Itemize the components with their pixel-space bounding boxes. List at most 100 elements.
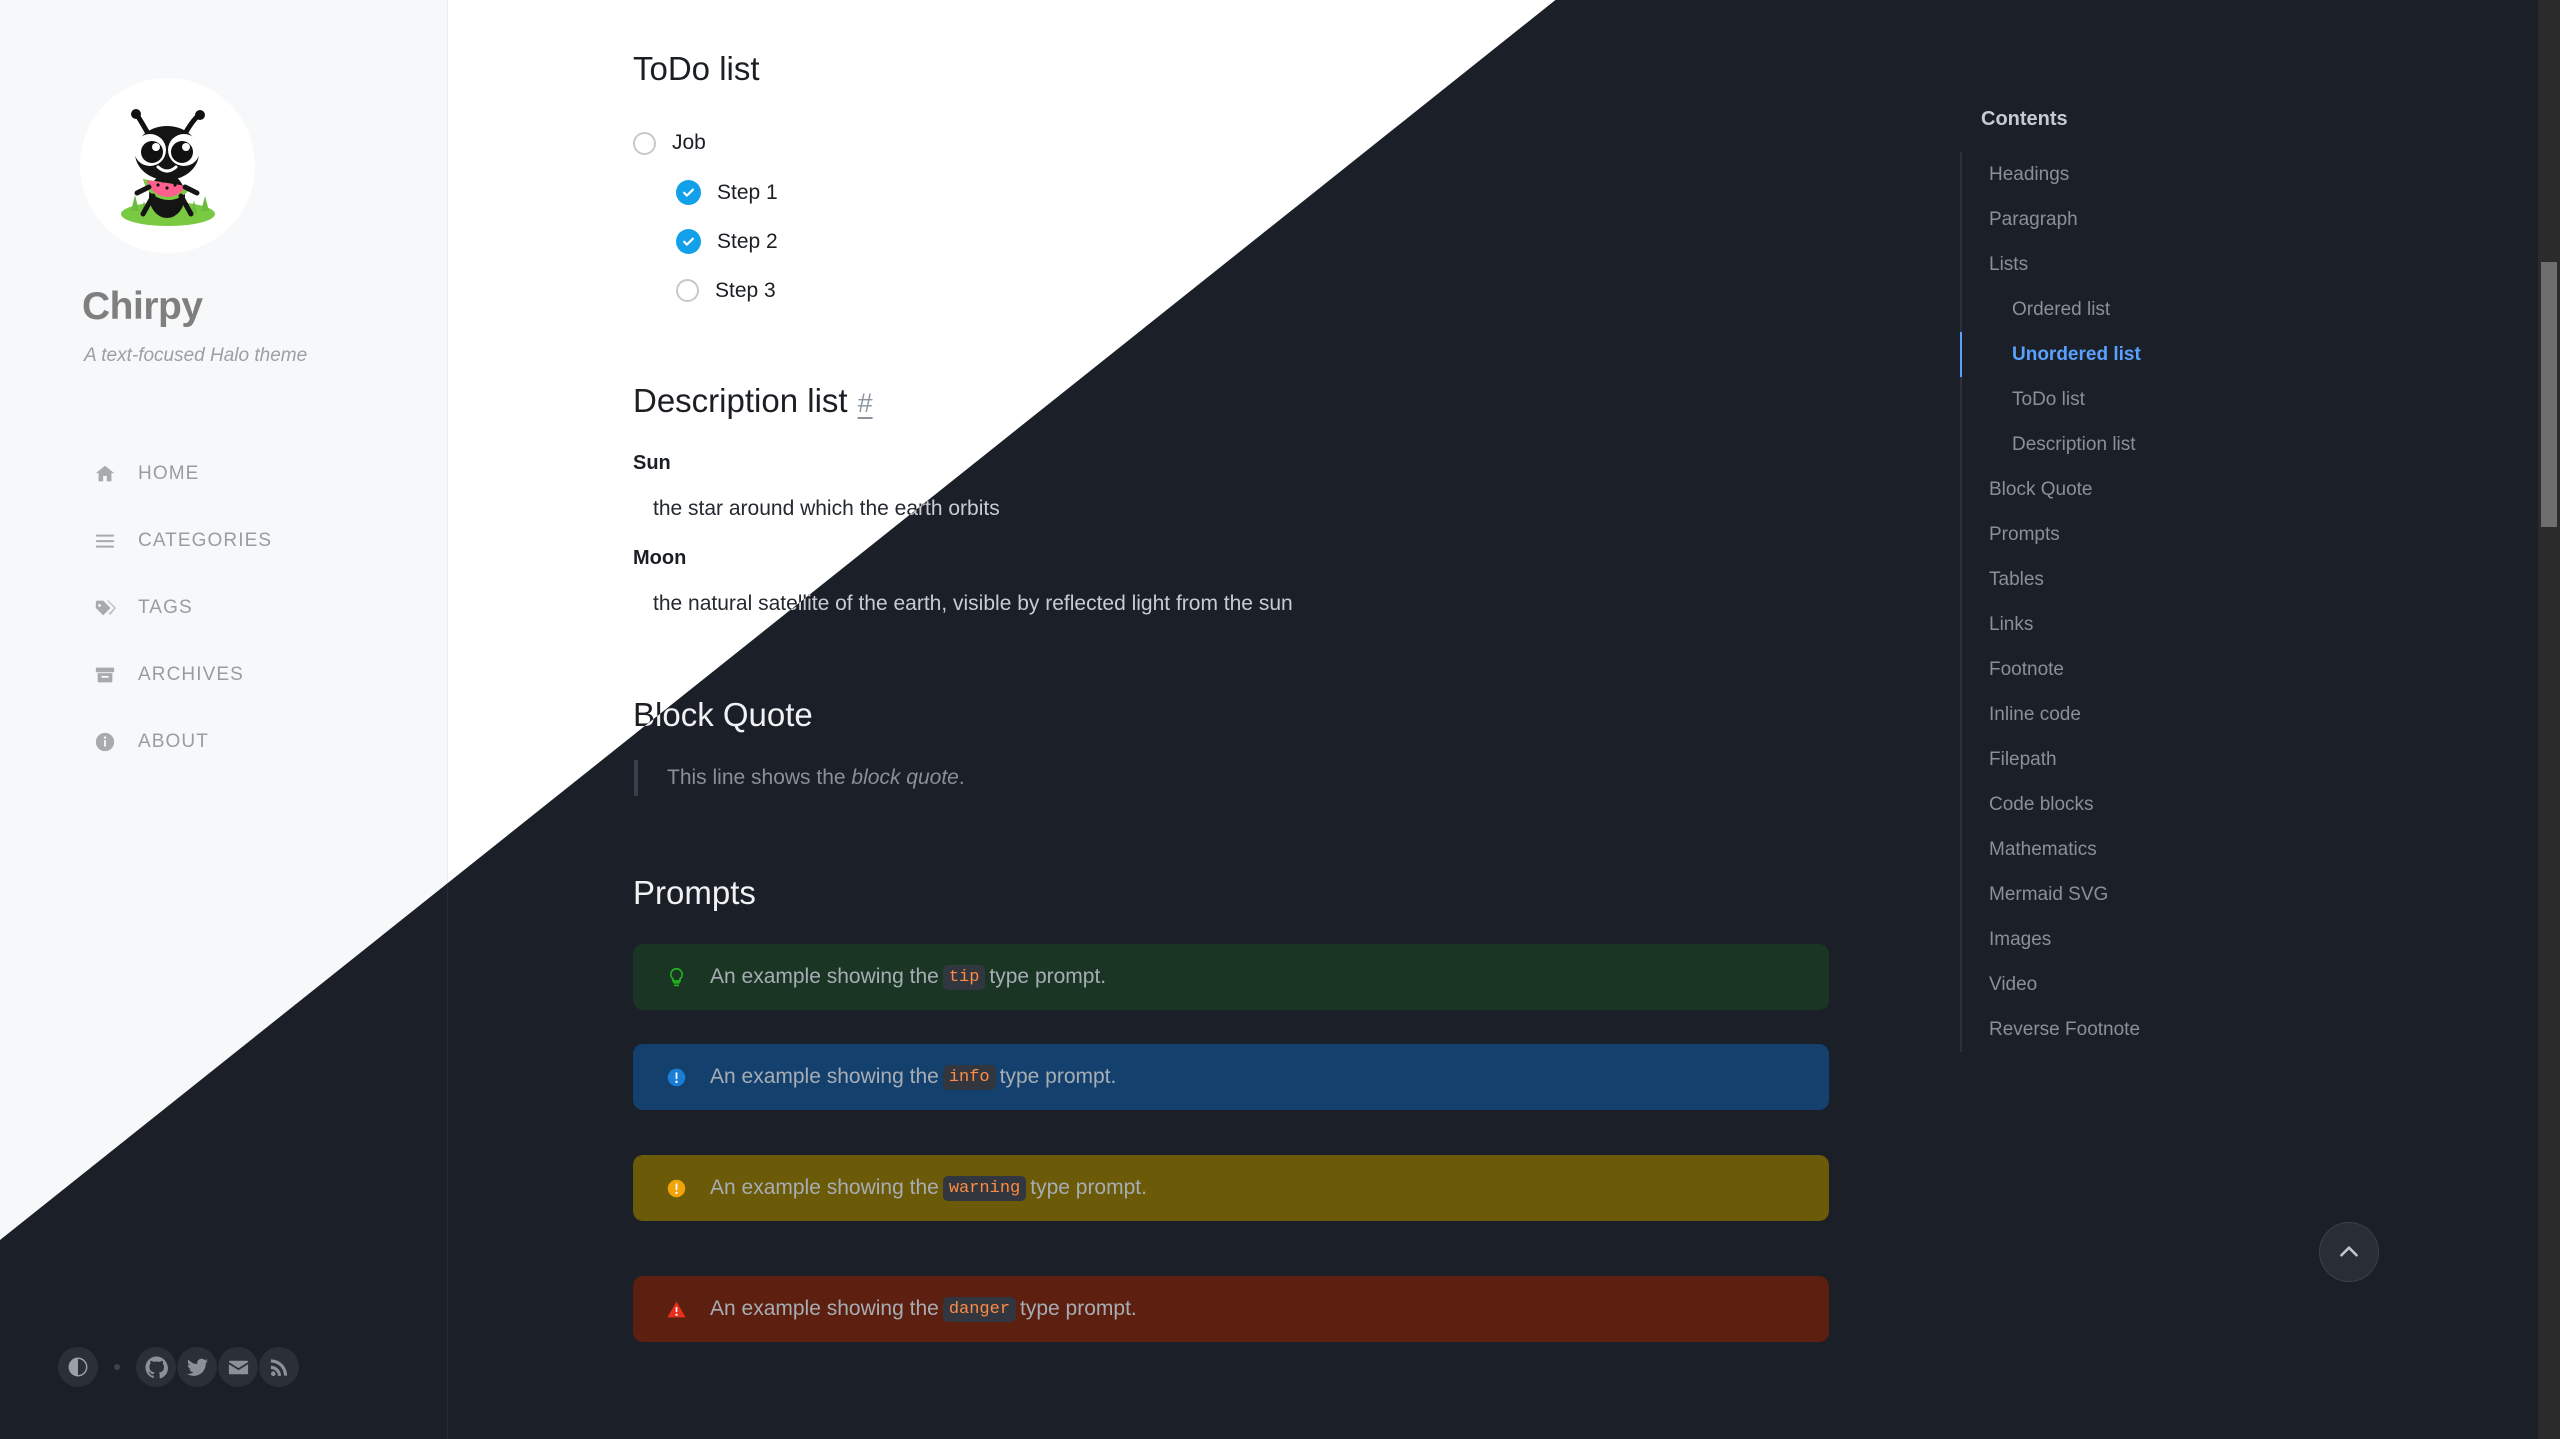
description-term: Sun xyxy=(633,452,671,474)
checkbox-checked-icon[interactable] xyxy=(676,180,701,205)
heading-todo-list: ToDo list xyxy=(633,50,760,87)
todo-item-step1[interactable]: Step 1 xyxy=(633,168,778,217)
todo-item-label: Step 1 xyxy=(717,180,778,204)
home-icon xyxy=(88,463,122,485)
todo-list: Job Step 1 Step 2 Step 3 xyxy=(633,118,778,315)
checkbox-unchecked-icon[interactable] xyxy=(676,279,699,302)
sidebar-item-label: ABOUT xyxy=(138,730,209,752)
todo-item-job[interactable]: Job xyxy=(633,118,778,168)
toc-item-code-blocks[interactable]: Code blocks xyxy=(1960,782,2390,827)
todo-item-label: Step 2 xyxy=(717,229,778,253)
github-icon[interactable] xyxy=(136,1347,176,1387)
email-icon[interactable] xyxy=(218,1347,258,1387)
list-icon xyxy=(88,530,122,552)
toc-item-block-quote[interactable]: Block Quote xyxy=(1960,467,2390,512)
toc-item-inline-code[interactable]: Inline code xyxy=(1960,692,2390,737)
separator-dot xyxy=(114,1364,120,1370)
toc-item-ordered-list[interactable]: Ordered list xyxy=(1960,287,2390,332)
sidebar-item-archives[interactable]: ARCHIVES xyxy=(0,641,448,708)
theme-mode-toggle[interactable] xyxy=(58,1347,98,1387)
prompt-text: An example showing the xyxy=(710,965,939,988)
checkbox-unchecked-icon[interactable] xyxy=(633,131,656,155)
toc-item-todo-list[interactable]: ToDo list xyxy=(1960,377,2390,422)
prompt-code: info xyxy=(942,1064,996,1090)
block-quote-text: This line shows the xyxy=(667,766,852,789)
info-circle-icon xyxy=(666,1067,696,1088)
tag-icon xyxy=(88,597,122,619)
prompt-text: An example showing the xyxy=(710,1176,939,1199)
description-definition: the natural satellite of the earth, visi… xyxy=(653,592,1293,615)
avatar[interactable] xyxy=(80,78,255,253)
block-quote-suffix: . xyxy=(958,766,965,789)
toc-item-paragraph[interactable]: Paragraph xyxy=(1960,197,2390,242)
block-quote: This line shows the block quote. xyxy=(634,760,965,796)
description-list: Sun the star around which the earth orbi… xyxy=(633,452,1833,642)
prompt-text-suffix: type prompt. xyxy=(989,965,1107,988)
table-of-contents: Contents Headings Paragraph Lists Ordere… xyxy=(1960,0,2390,1439)
toc-item-reverse-footnote[interactable]: Reverse Footnote xyxy=(1960,1007,2390,1052)
page-scrollbar[interactable] xyxy=(2538,0,2560,1439)
heading-description-list: Description list # xyxy=(633,380,873,423)
prompt-info: An example showing the info type prompt. xyxy=(633,1044,1829,1110)
sidebar-item-label: TAGS xyxy=(138,596,193,618)
sidebar-item-tags[interactable]: TAGS xyxy=(0,574,448,641)
toc-item-images[interactable]: Images xyxy=(1960,917,2390,962)
back-to-top-button[interactable] xyxy=(2319,1222,2379,1282)
heading-prompts: Prompts xyxy=(633,874,756,911)
todo-item-step3[interactable]: Step 3 xyxy=(633,266,778,315)
prompt-text: An example showing the xyxy=(710,1065,939,1088)
sidebar-item-about[interactable]: ABOUT xyxy=(0,708,448,775)
site-title[interactable]: Chirpy xyxy=(82,285,203,329)
sidebar-item-categories[interactable]: CATEGORIES xyxy=(0,507,448,574)
prompt-tip: An example showing the tip type prompt. xyxy=(633,944,1829,1010)
prompt-code: warning xyxy=(942,1175,1027,1201)
twitter-icon[interactable] xyxy=(177,1347,217,1387)
lightbulb-icon xyxy=(666,967,696,988)
toc-item-footnote[interactable]: Footnote xyxy=(1960,647,2390,692)
sidebar-nav: HOME CATEGORIES TAGS ARCHIVES ABOUT xyxy=(0,440,448,775)
prompt-code: danger xyxy=(942,1296,1017,1322)
archive-icon xyxy=(88,664,122,686)
sidebar-item-label: ARCHIVES xyxy=(138,663,244,685)
toc-list: Headings Paragraph Lists Ordered list Un… xyxy=(1960,152,2390,1052)
rss-icon[interactable] xyxy=(259,1347,299,1387)
toc-title: Contents xyxy=(1981,108,2068,130)
sidebar-item-label: HOME xyxy=(138,462,200,484)
ant-avatar-icon xyxy=(120,108,215,226)
toc-item-mermaid-svg[interactable]: Mermaid SVG xyxy=(1960,872,2390,917)
site-subtitle: A text-focused Halo theme xyxy=(84,345,308,366)
sidebar-footer xyxy=(58,1347,300,1387)
heading-anchor-link[interactable]: # xyxy=(858,388,873,418)
chevron-up-icon xyxy=(2340,1246,2358,1257)
half-circle-icon xyxy=(68,1357,88,1377)
sidebar-item-label: CATEGORIES xyxy=(138,529,273,551)
danger-triangle-icon xyxy=(666,1299,696,1320)
toc-item-prompts[interactable]: Prompts xyxy=(1960,512,2390,557)
toc-item-headings[interactable]: Headings xyxy=(1960,152,2390,197)
info-icon xyxy=(88,731,122,753)
todo-item-step2[interactable]: Step 2 xyxy=(633,217,778,266)
toc-item-links[interactable]: Links xyxy=(1960,602,2390,647)
description-term: Moon xyxy=(633,547,687,569)
prompt-text-suffix: type prompt. xyxy=(1030,1176,1147,1199)
sidebar-item-home[interactable]: HOME xyxy=(0,440,448,507)
toc-item-description-list[interactable]: Description list xyxy=(1960,422,2390,467)
toc-item-lists[interactable]: Lists xyxy=(1960,242,2390,287)
toc-item-video[interactable]: Video xyxy=(1960,962,2390,1007)
checkbox-checked-icon[interactable] xyxy=(676,229,701,254)
prompt-text: An example showing the xyxy=(710,1297,939,1320)
heading-block-quote: Block Quote xyxy=(633,696,813,733)
scrollbar-thumb[interactable] xyxy=(2541,262,2557,527)
block-quote-emphasis: block quote xyxy=(851,766,959,789)
toc-item-mathematics[interactable]: Mathematics xyxy=(1960,827,2390,872)
todo-item-label: Step 3 xyxy=(715,278,776,302)
todo-item-label: Job xyxy=(672,131,706,154)
prompt-text-suffix: type prompt. xyxy=(999,1065,1117,1088)
toc-item-unordered-list[interactable]: Unordered list xyxy=(1960,332,2390,377)
prompt-text-suffix: type prompt. xyxy=(1020,1297,1137,1320)
toc-item-filepath[interactable]: Filepath xyxy=(1960,737,2390,782)
toc-item-tables[interactable]: Tables xyxy=(1960,557,2390,602)
page-root: Chirpy A text-focused Halo theme HOME CA… xyxy=(0,0,2560,1439)
prompt-danger: An example showing the danger type promp… xyxy=(633,1276,1829,1342)
sidebar: Chirpy A text-focused Halo theme HOME CA… xyxy=(0,0,448,1439)
